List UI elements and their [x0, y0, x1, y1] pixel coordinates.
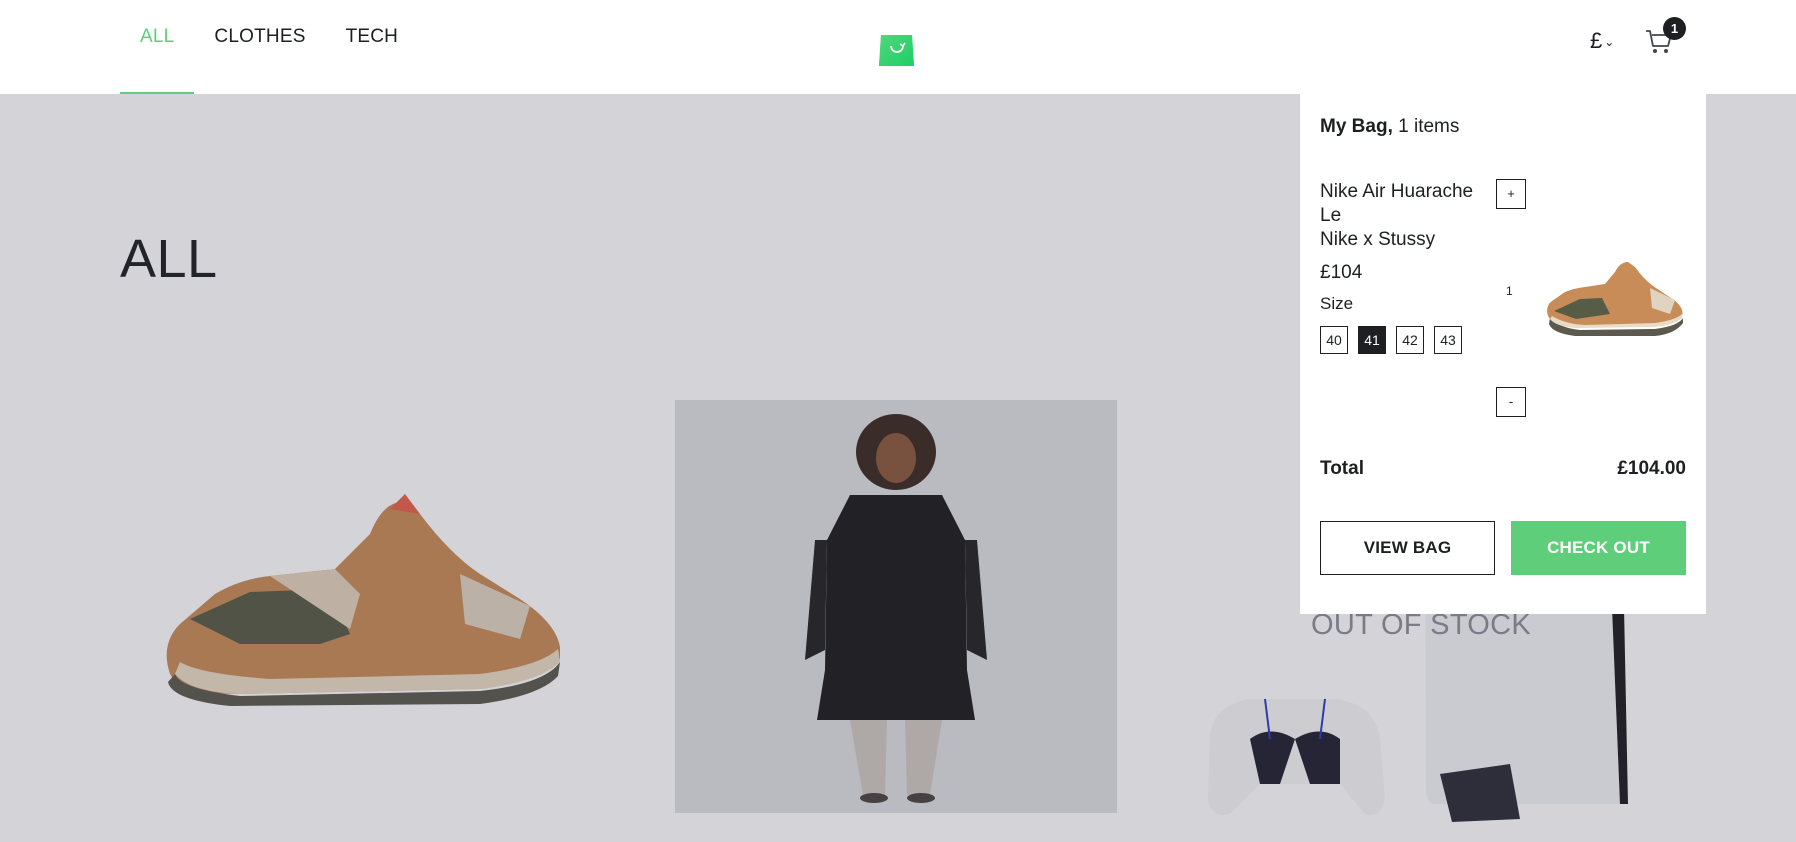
total-label: Total — [1320, 458, 1364, 479]
chevron-down-icon: ⌄ — [1604, 35, 1615, 49]
nav-tab-all[interactable]: ALL — [120, 0, 195, 94]
category-nav: ALL CLOTHES TECH — [120, 0, 418, 94]
cart-item-size-label: Size — [1320, 294, 1354, 313]
cart-count-badge: 1 — [1663, 17, 1686, 40]
cart-item-details: Nike Air Huarache Le Nike x Stussy — [1320, 180, 1492, 252]
mini-cart: My Bag, 1 items Nike Air Huarache Le Nik… — [1300, 94, 1706, 614]
header: ALL CLOTHES TECH £ ⌄ 1 — [0, 0, 1796, 94]
size-options: 40 41 42 43 — [1320, 326, 1462, 354]
mini-cart-header: My Bag, 1 items — [1320, 116, 1459, 138]
nav-tab-clothes[interactable]: CLOTHES — [194, 0, 325, 94]
currency-symbol: £ — [1590, 28, 1603, 53]
quantity-value: 1 — [1506, 284, 1513, 298]
mini-cart-count: 1 items — [1398, 116, 1460, 137]
cart-item-brand: Nike x Stussy — [1320, 229, 1436, 250]
size-option[interactable]: 43 — [1434, 326, 1462, 354]
size-option[interactable]: 42 — [1396, 326, 1424, 354]
cart-item-image — [1547, 262, 1683, 336]
increase-quantity-button[interactable]: + — [1496, 179, 1526, 209]
currency-switcher[interactable]: £ ⌄ — [1590, 28, 1614, 54]
mini-cart-title: My Bag, — [1320, 116, 1393, 137]
size-option-selected[interactable]: 41 — [1358, 326, 1386, 354]
view-bag-button[interactable]: VIEW BAG — [1320, 521, 1495, 575]
total-value: £104.00 — [1617, 458, 1686, 479]
checkout-button[interactable]: CHECK OUT — [1511, 521, 1686, 575]
decrease-quantity-button[interactable]: - — [1496, 387, 1526, 417]
size-option[interactable]: 40 — [1320, 326, 1348, 354]
nav-tab-tech[interactable]: TECH — [326, 0, 419, 94]
bag-logo-icon[interactable] — [877, 29, 916, 68]
cart-item-name: Nike Air Huarache Le — [1320, 181, 1474, 226]
cart-item-price: £104 — [1320, 262, 1363, 283]
